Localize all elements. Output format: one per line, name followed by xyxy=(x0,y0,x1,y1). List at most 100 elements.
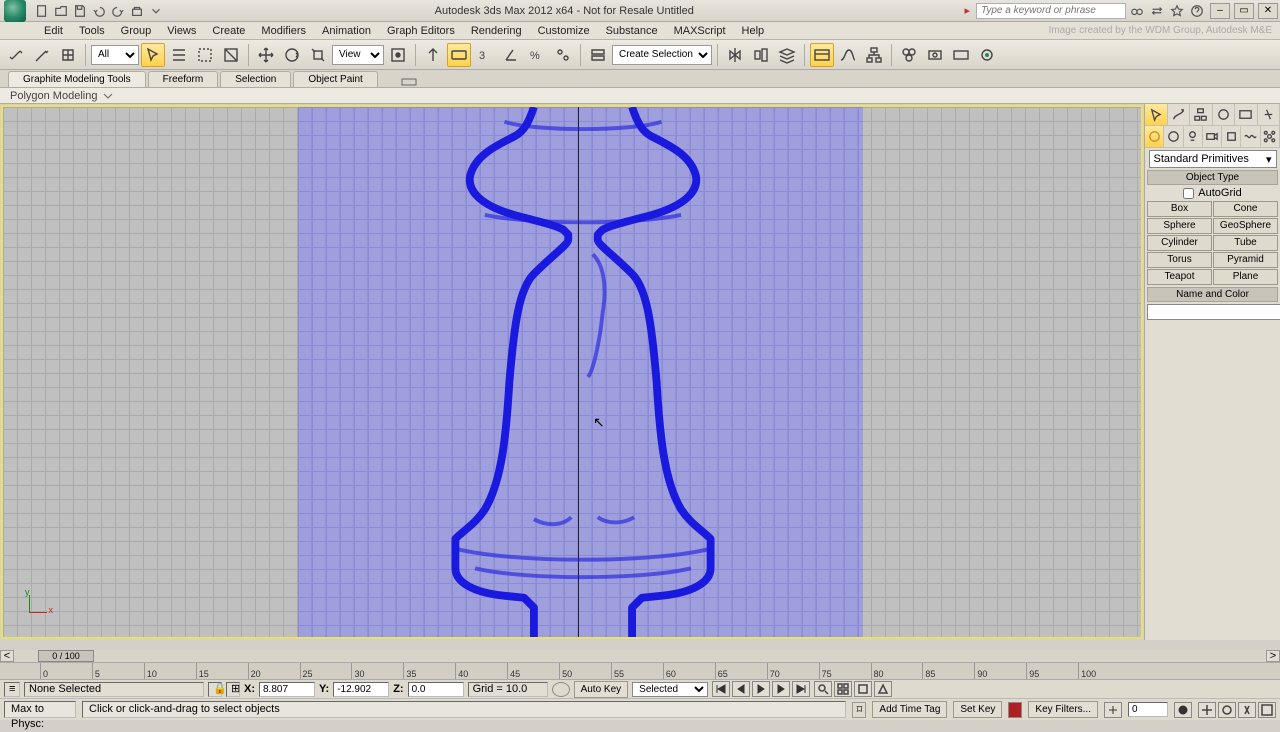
prim-tube[interactable]: Tube xyxy=(1213,235,1278,251)
redo-icon[interactable] xyxy=(110,3,126,19)
search-input[interactable] xyxy=(976,3,1126,19)
motion-tab-icon[interactable] xyxy=(1213,104,1236,125)
ribbon-tab-objectpaint[interactable]: Object Paint xyxy=(293,71,377,87)
time-tick[interactable]: 55 xyxy=(611,663,663,679)
time-tick[interactable]: 100 xyxy=(1078,663,1130,679)
fov-icon[interactable] xyxy=(874,681,892,697)
menu-maxscript[interactable]: MAXScript xyxy=(666,25,734,37)
keymode-select[interactable]: Selected xyxy=(632,682,708,697)
menu-animation[interactable]: Animation xyxy=(314,25,379,37)
object-name-input[interactable] xyxy=(1147,304,1280,320)
time-tick[interactable]: 35 xyxy=(403,663,455,679)
pivot-icon[interactable] xyxy=(386,43,410,67)
ref-coord-system[interactable]: View xyxy=(332,45,384,65)
add-time-tag-button[interactable]: Add Time Tag xyxy=(872,701,947,718)
time-tick[interactable]: 0 xyxy=(40,663,92,679)
bind-icon[interactable] xyxy=(56,43,80,67)
time-tick[interactable]: 50 xyxy=(559,663,611,679)
new-icon[interactable] xyxy=(34,3,50,19)
render-icon[interactable] xyxy=(975,43,999,67)
menu-views[interactable]: Views xyxy=(159,25,204,37)
play-icon[interactable] xyxy=(752,681,770,697)
zoom-icon[interactable] xyxy=(814,681,832,697)
prim-pyramid[interactable]: Pyramid xyxy=(1213,252,1278,268)
star-icon[interactable] xyxy=(1168,2,1186,20)
menu-help[interactable]: Help xyxy=(734,25,773,37)
maximize-button[interactable]: ▭ xyxy=(1234,3,1254,19)
layers-icon[interactable] xyxy=(775,43,799,67)
time-tag-icon[interactable]: ⌑ xyxy=(852,702,866,718)
exchange-icon[interactable] xyxy=(1148,2,1166,20)
time-tick[interactable]: 30 xyxy=(351,663,403,679)
hierarchy-tab-icon[interactable] xyxy=(1190,104,1213,125)
render-frame-icon[interactable] xyxy=(949,43,973,67)
max-toggle-icon[interactable] xyxy=(1258,702,1276,718)
script-listener[interactable]: Max to Physc: xyxy=(4,701,76,718)
keyboard-shortcut-icon[interactable] xyxy=(447,43,471,67)
time-tick[interactable]: 70 xyxy=(767,663,819,679)
coord-mode-icon[interactable]: ⊞ xyxy=(226,682,240,697)
modify-tab-icon[interactable] xyxy=(1168,104,1191,125)
ribbon-toggle-icon[interactable] xyxy=(810,43,834,67)
time-ruler[interactable]: 0510152025303540455055606570758085909510… xyxy=(0,662,1280,680)
app-icon[interactable] xyxy=(4,0,26,22)
prim-torus[interactable]: Torus xyxy=(1147,252,1212,268)
y-coord[interactable]: -12.902 xyxy=(333,682,389,697)
time-tick[interactable]: 95 xyxy=(1026,663,1078,679)
time-tick[interactable]: 40 xyxy=(455,663,507,679)
menu-group[interactable]: Group xyxy=(113,25,160,37)
time-tick[interactable]: 90 xyxy=(974,663,1026,679)
spinner-snap-icon[interactable] xyxy=(551,43,575,67)
select-object-icon[interactable] xyxy=(141,43,165,67)
select-region-icon[interactable] xyxy=(193,43,217,67)
link-icon[interactable] xyxy=(4,43,28,67)
zoom-all-icon[interactable] xyxy=(834,681,852,697)
zoom-extents-icon[interactable] xyxy=(854,681,872,697)
time-tick[interactable]: 60 xyxy=(663,663,715,679)
create-tab-icon[interactable] xyxy=(1145,104,1168,125)
time-tick[interactable]: 45 xyxy=(507,663,559,679)
save-icon[interactable] xyxy=(72,3,88,19)
next-frame-icon[interactable] xyxy=(772,681,790,697)
rollout-name-color[interactable]: Name and Color xyxy=(1147,287,1278,302)
minimize-button[interactable]: – xyxy=(1210,3,1230,19)
autokey-button[interactable]: Auto Key xyxy=(574,681,629,698)
current-frame[interactable]: 0 xyxy=(1128,702,1168,717)
key-filters-button[interactable]: Key Filters... xyxy=(1028,701,1098,718)
menu-customize[interactable]: Customize xyxy=(530,25,598,37)
binoculars-icon[interactable] xyxy=(1128,2,1146,20)
prev-frame-icon[interactable] xyxy=(732,681,750,697)
prim-teapot[interactable]: Teapot xyxy=(1147,269,1212,285)
pan-icon[interactable] xyxy=(1198,702,1216,718)
menu-modifiers[interactable]: Modifiers xyxy=(253,25,314,37)
move-icon[interactable] xyxy=(254,43,278,67)
ribbon-tab-freeform[interactable]: Freeform xyxy=(148,71,219,87)
chevron-down-icon[interactable] xyxy=(148,3,164,19)
render-setup-icon[interactable] xyxy=(923,43,947,67)
time-next-icon[interactable]: > xyxy=(1266,650,1280,662)
selection-filter[interactable]: All xyxy=(91,45,139,65)
named-selection-set[interactable]: Create Selection Se xyxy=(612,45,712,65)
prim-sphere[interactable]: Sphere xyxy=(1147,218,1212,234)
comm-center-icon[interactable] xyxy=(552,682,570,697)
time-prev-icon[interactable]: < xyxy=(0,650,14,662)
prim-plane[interactable]: Plane xyxy=(1213,269,1278,285)
shapes-cat-icon[interactable] xyxy=(1164,126,1183,147)
category-dropdown[interactable]: Standard Primitives▾ xyxy=(1149,150,1277,168)
time-tick[interactable]: 20 xyxy=(248,663,300,679)
rotate-icon[interactable] xyxy=(280,43,304,67)
goto-start-icon[interactable] xyxy=(712,681,730,697)
time-slider-handle[interactable]: 0 / 100 xyxy=(38,650,94,662)
ribbon-min-icon[interactable] xyxy=(400,77,420,87)
x-coord[interactable]: 8.807 xyxy=(259,682,315,697)
time-tick[interactable]: 5 xyxy=(92,663,144,679)
align-icon[interactable] xyxy=(749,43,773,67)
chevron-down-icon[interactable] xyxy=(101,91,115,101)
geometry-cat-icon[interactable] xyxy=(1145,126,1164,147)
time-tick[interactable]: 80 xyxy=(871,663,923,679)
scale-icon[interactable] xyxy=(306,43,330,67)
lights-cat-icon[interactable] xyxy=(1184,126,1203,147)
time-tick[interactable]: 85 xyxy=(922,663,974,679)
named-sel-icon[interactable] xyxy=(586,43,610,67)
walk-icon[interactable] xyxy=(1238,702,1256,718)
